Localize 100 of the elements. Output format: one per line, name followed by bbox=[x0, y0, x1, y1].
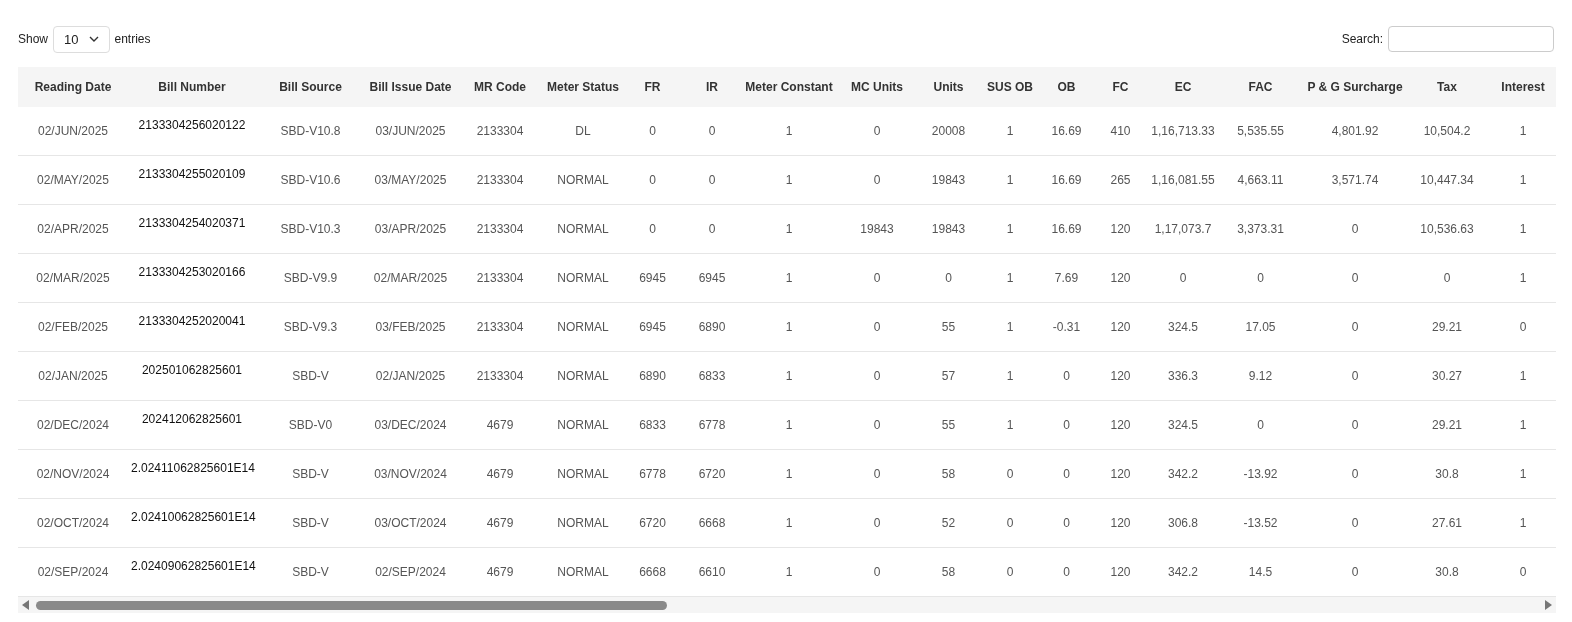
table-cell: 2133304 bbox=[456, 351, 544, 401]
table-cell: 0 bbox=[622, 204, 683, 254]
table-cell: 19843 bbox=[917, 204, 980, 254]
column-header[interactable]: FC bbox=[1093, 67, 1148, 107]
column-header[interactable]: FR bbox=[622, 67, 683, 107]
column-header[interactable]: EC bbox=[1148, 67, 1218, 107]
column-header[interactable]: P & G Surcharge bbox=[1303, 67, 1407, 107]
entries-select[interactable]: 10 bbox=[53, 25, 110, 53]
table-cell: SBD-V0 bbox=[256, 400, 365, 450]
table-cell: 0 bbox=[837, 302, 917, 352]
table-cell: 1 bbox=[980, 302, 1040, 352]
column-header[interactable]: Meter Status bbox=[544, 67, 622, 107]
column-header[interactable]: Interest bbox=[1487, 67, 1556, 107]
table-cell: 1 bbox=[741, 351, 837, 401]
table-cell: 03/DEC/2024 bbox=[365, 400, 456, 450]
table-cell: 1 bbox=[1487, 253, 1556, 303]
scrollbar-thumb[interactable] bbox=[36, 600, 667, 610]
table-cell: 0 bbox=[1303, 302, 1407, 352]
table-cell: 0 bbox=[1303, 498, 1407, 548]
table-cell: 6890 bbox=[622, 351, 683, 401]
table-cell: 0 bbox=[1303, 351, 1407, 401]
search-label: Search: bbox=[1341, 32, 1383, 46]
table-cell: 30.27 bbox=[1407, 351, 1487, 401]
search-field[interactable] bbox=[1388, 26, 1554, 52]
table-cell: 58 bbox=[917, 547, 980, 597]
table-cell: 52 bbox=[917, 498, 980, 548]
column-header[interactable]: Bill Source bbox=[256, 67, 365, 107]
table-cell: 2133304255020109 bbox=[128, 155, 256, 205]
table-cell: 6778 bbox=[683, 400, 741, 450]
table-cell: 0 bbox=[1148, 253, 1218, 303]
table-cell: 6945 bbox=[683, 253, 741, 303]
scroll-right-icon[interactable] bbox=[1544, 600, 1552, 610]
column-header[interactable]: Reading Date bbox=[18, 67, 128, 107]
table-cell: 02/FEB/2025 bbox=[18, 302, 128, 352]
table-cell: NORMAL bbox=[544, 155, 622, 205]
table-cell: 19843 bbox=[837, 204, 917, 254]
table-cell: 1 bbox=[741, 449, 837, 499]
table-cell: 202501062825601 bbox=[128, 351, 256, 401]
table-cell: 27.61 bbox=[1407, 498, 1487, 548]
column-header[interactable]: Units bbox=[917, 67, 980, 107]
table-cell: 0 bbox=[683, 155, 741, 205]
table-cell: 03/MAY/2025 bbox=[365, 155, 456, 205]
table-cell: 120 bbox=[1093, 449, 1148, 499]
table-cell: 5,535.55 bbox=[1218, 107, 1303, 156]
table-cell: 2.02410062825601E14 bbox=[128, 498, 256, 548]
table-cell: 0 bbox=[1407, 253, 1487, 303]
table-cell: 1 bbox=[980, 204, 1040, 254]
table-cell: NORMAL bbox=[544, 547, 622, 597]
table-cell: 0 bbox=[683, 204, 741, 254]
column-header[interactable]: IR bbox=[683, 67, 741, 107]
table-cell: 29.21 bbox=[1407, 400, 1487, 450]
table-cell: 1 bbox=[980, 155, 1040, 205]
table-cell: 120 bbox=[1093, 351, 1148, 401]
table-cell: 03/APR/2025 bbox=[365, 204, 456, 254]
table-cell: 0 bbox=[1303, 449, 1407, 499]
table-cell: 0 bbox=[1218, 253, 1303, 303]
table-cell: 4,801.92 bbox=[1303, 107, 1407, 156]
column-header[interactable]: SUS OB bbox=[980, 67, 1040, 107]
table-cell: 02/JUN/2025 bbox=[18, 107, 128, 156]
table-cell: 20008 bbox=[917, 107, 980, 156]
table-cell: 0 bbox=[1487, 302, 1556, 352]
table-cell: 3,571.74 bbox=[1303, 155, 1407, 205]
table-cell: 1 bbox=[741, 547, 837, 597]
table-cell: 10,504.2 bbox=[1407, 107, 1487, 156]
table-cell: 2133304 bbox=[456, 155, 544, 205]
table-cell: 17.05 bbox=[1218, 302, 1303, 352]
table-cell: 342.2 bbox=[1148, 449, 1218, 499]
table-cell: -13.52 bbox=[1218, 498, 1303, 548]
table-cell: NORMAL bbox=[544, 302, 622, 352]
column-header[interactable]: Bill Number bbox=[128, 67, 256, 107]
table-cell: 30.8 bbox=[1407, 449, 1487, 499]
horizontal-scrollbar[interactable] bbox=[18, 597, 1556, 613]
table-cell: 02/APR/2025 bbox=[18, 204, 128, 254]
column-header[interactable]: Tax bbox=[1407, 67, 1487, 107]
table-cell: 1 bbox=[741, 155, 837, 205]
table-cell: 120 bbox=[1093, 204, 1148, 254]
column-header[interactable]: MR Code bbox=[456, 67, 544, 107]
table-cell: 120 bbox=[1093, 547, 1148, 597]
table-cell: 6720 bbox=[683, 449, 741, 499]
column-header[interactable]: MC Units bbox=[837, 67, 917, 107]
table-cell: 0 bbox=[1303, 547, 1407, 597]
table-cell: 02/JAN/2025 bbox=[18, 351, 128, 401]
table-cell: NORMAL bbox=[544, 400, 622, 450]
table-cell: 1 bbox=[741, 107, 837, 156]
column-header[interactable]: Meter Constant bbox=[741, 67, 837, 107]
scroll-left-icon[interactable] bbox=[22, 600, 30, 610]
table-cell: NORMAL bbox=[544, 204, 622, 254]
table-cell: 6778 bbox=[622, 449, 683, 499]
table-cell: 6720 bbox=[622, 498, 683, 548]
table-cell: DL bbox=[544, 107, 622, 156]
table-cell: SBD-V10.3 bbox=[256, 204, 365, 254]
show-label: Show bbox=[18, 32, 49, 46]
table-cell: 1 bbox=[980, 253, 1040, 303]
column-header[interactable]: Bill Issue Date bbox=[365, 67, 456, 107]
table-cell: 02/MAR/2025 bbox=[18, 253, 128, 303]
column-header[interactable]: FAC bbox=[1218, 67, 1303, 107]
table-cell: 1 bbox=[1487, 107, 1556, 156]
column-header[interactable]: OB bbox=[1040, 67, 1093, 107]
table-cell: 306.8 bbox=[1148, 498, 1218, 548]
table-cell: 2133304252020041 bbox=[128, 302, 256, 352]
